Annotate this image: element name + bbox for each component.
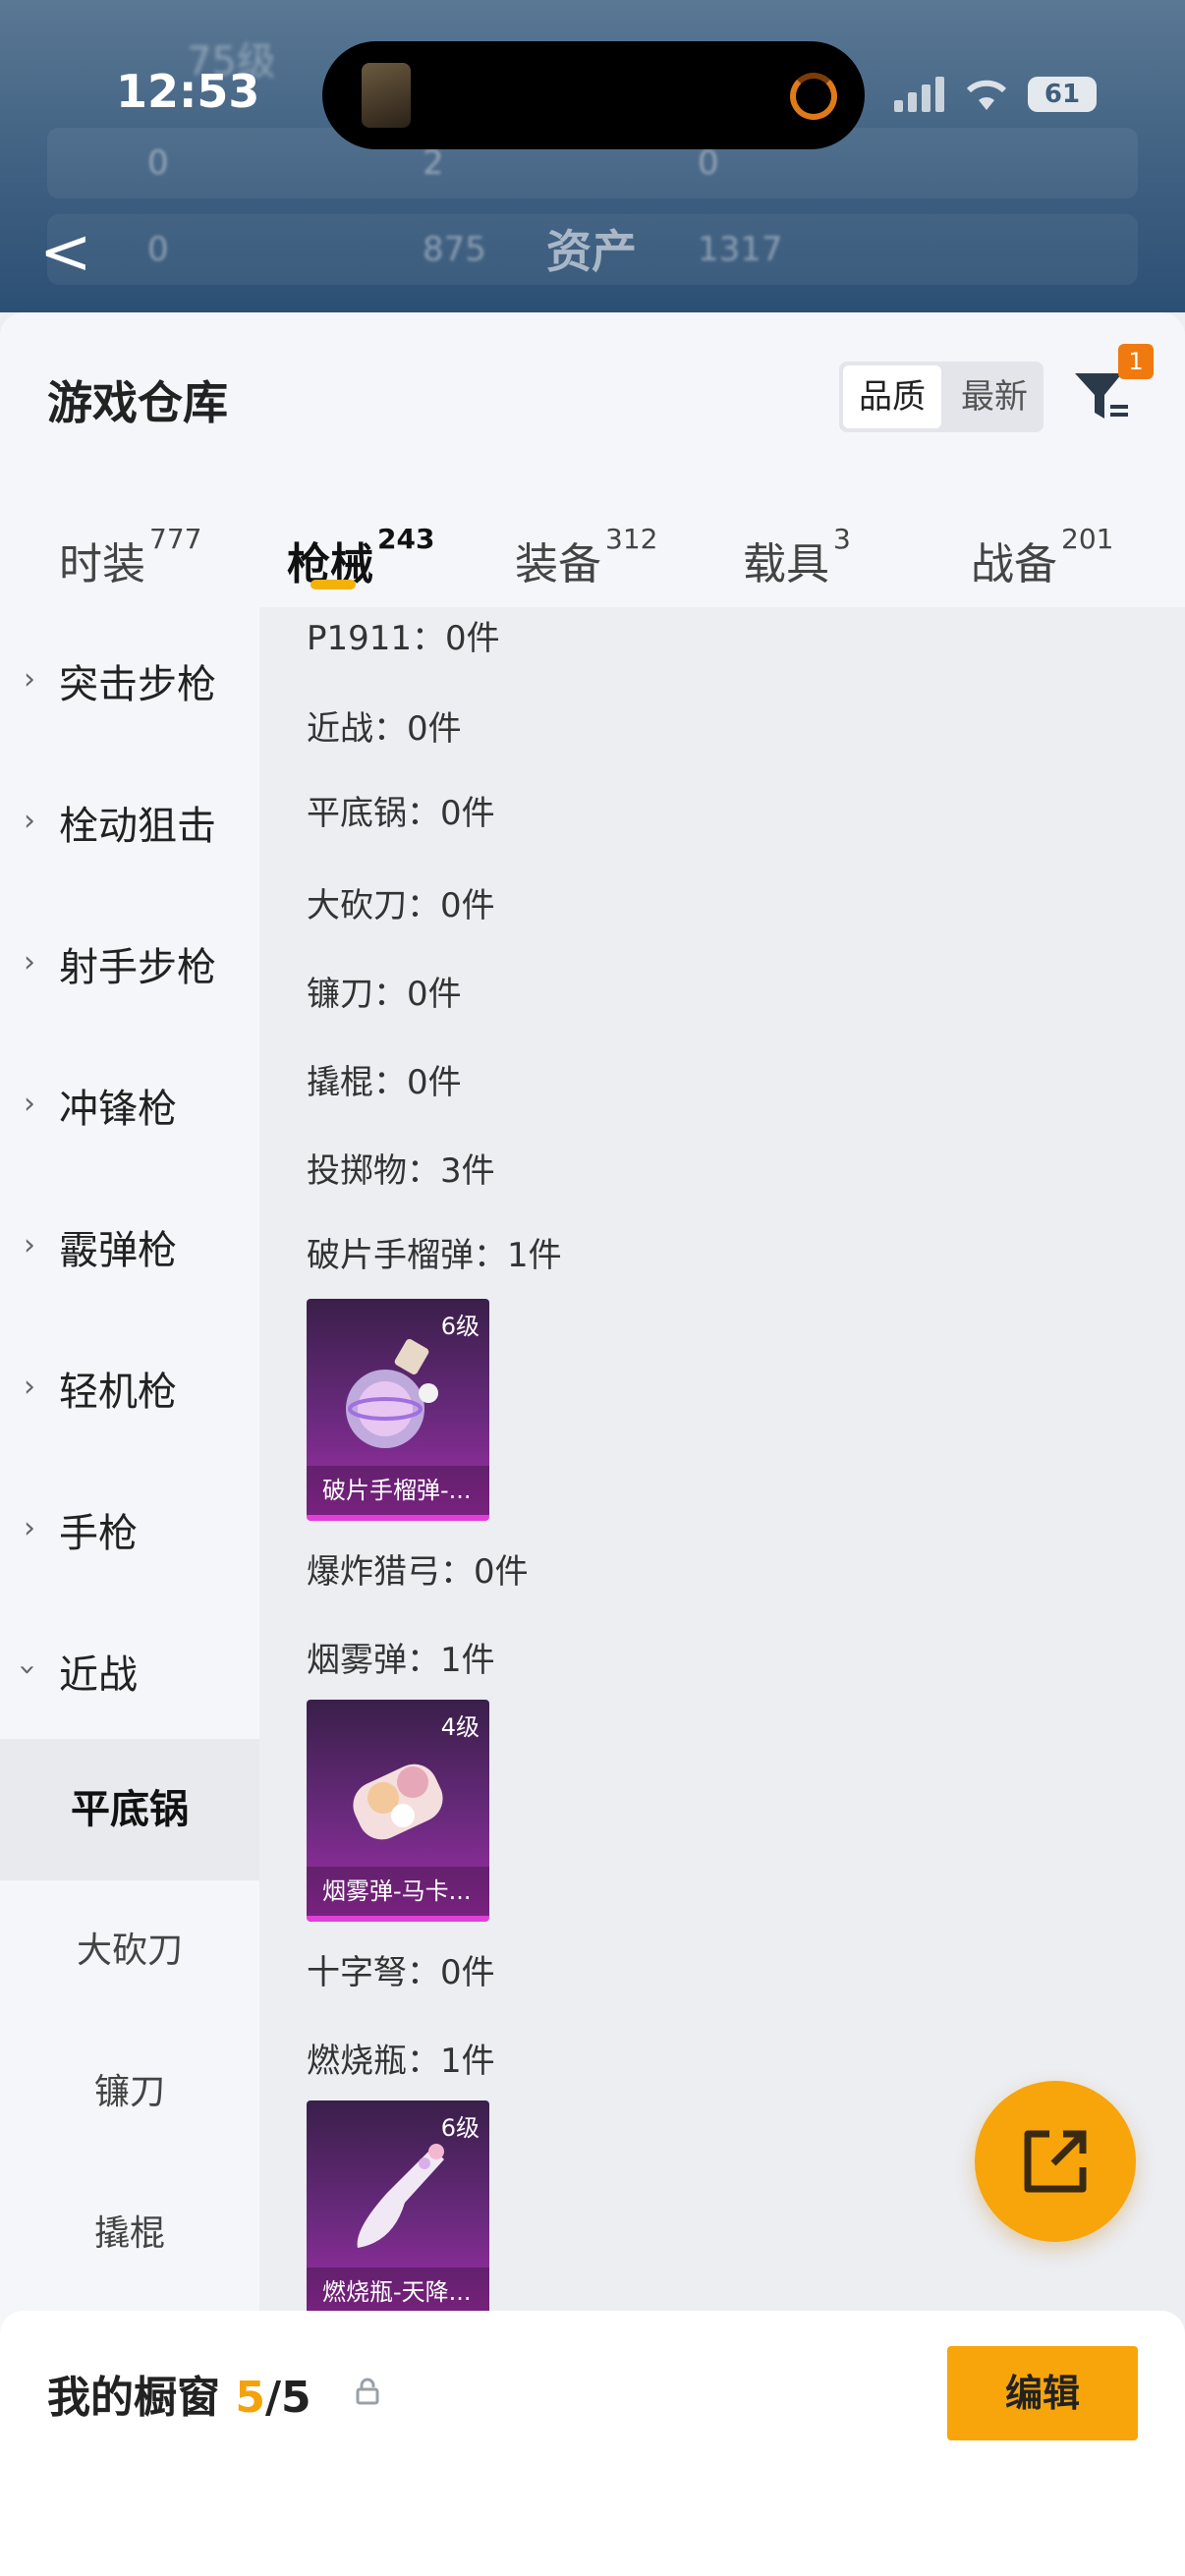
sidebar-item-pistol[interactable]: › 手枪 <box>0 1456 259 1597</box>
sheet-title: 游戏仓库 <box>47 376 228 429</box>
sidebar-subitem-pan[interactable]: 平底锅 <box>0 1739 259 1880</box>
sidebar-item-lmg[interactable]: › 轻机枪 <box>0 1315 259 1456</box>
stat-value: 0 <box>147 230 169 269</box>
chevron-right-icon: › <box>24 804 35 838</box>
dynamic-island <box>322 41 865 149</box>
tab-label: 战备 <box>971 539 1057 589</box>
chevron-right-icon: › <box>24 1087 35 1121</box>
sidebar-item-bolt-sniper[interactable]: › 栓动狙击 <box>0 749 259 890</box>
card-name: 破片手榴弹-... <box>307 1466 489 1515</box>
list-item: 撬棍：0件 <box>307 1063 462 1102</box>
sidebar-item-label: 近战 <box>59 1652 138 1698</box>
sidebar-item-label: 轻机枪 <box>59 1370 177 1415</box>
list-item: 烟雾弹：1件 <box>307 1641 495 1680</box>
list-item: 爆炸猎弓：0件 <box>307 1552 529 1592</box>
edit-button[interactable]: 编辑 <box>947 2346 1138 2440</box>
list-item: P1911：0件 <box>307 619 500 658</box>
stat-value: 875 <box>423 230 486 269</box>
item-card-frag-grenade[interactable]: 6级 破片手榴弹-... <box>307 1299 489 1521</box>
tab-label: 装备 <box>515 539 601 589</box>
sidebar-item-smg[interactable]: › 冲锋枪 <box>0 1032 259 1173</box>
chevron-right-icon: › <box>24 1511 35 1545</box>
sidebar-item-label: 突击步枪 <box>59 662 216 707</box>
tab-label: 时装 <box>59 539 145 589</box>
showcase-label: 我的橱窗 <box>47 2373 220 2423</box>
sidebar-item-label: 射手步枪 <box>59 945 216 990</box>
list-item: 十字弩：0件 <box>307 1953 495 1992</box>
lock-icon <box>356 2378 379 2405</box>
tab-count: 3 <box>833 523 851 555</box>
sort-newest-button[interactable]: 最新 <box>945 362 1044 432</box>
signal-icon <box>894 77 944 112</box>
card-name: 烟雾弹-马卡... <box>307 1867 489 1916</box>
sidebar-item-shotgun[interactable]: › 霰弹枪 <box>0 1173 259 1315</box>
tab-guns[interactable]: 枪械243 <box>287 523 434 591</box>
grenade-flask-icon <box>346 1338 438 1448</box>
share-icon <box>1024 2130 1087 2193</box>
sort-quality-button[interactable]: 品质 <box>843 365 941 428</box>
active-tab-indicator <box>310 580 356 589</box>
sidebar: › 突击步枪 › 栓动狙击 › 射手步枪 › 冲锋枪 › 霰弹枪 › 轻机枪 › 手枪 › 近战… <box>0 607 259 2336</box>
sidebar-item-label: 霰弹枪 <box>59 1228 177 1273</box>
card-name: 燃烧瓶-天降... <box>307 2268 489 2317</box>
battery-indicator: 61 <box>1028 77 1097 112</box>
list-item: 近战：0件 <box>307 709 462 749</box>
chevron-down-icon: › <box>10 1663 45 1676</box>
sidebar-item-label: 手枪 <box>59 1511 138 1556</box>
list-item: 大砍刀：0件 <box>307 886 495 925</box>
media-thumbnail <box>362 63 411 128</box>
progress-ring-icon <box>790 73 837 120</box>
back-button[interactable]: < <box>39 216 92 289</box>
page-title: 资产 <box>546 225 637 278</box>
stat-value: 0 <box>698 143 719 183</box>
item-card-molotov[interactable]: 6级 燃烧瓶-天降... <box>307 2100 489 2323</box>
item-card-smoke-grenade[interactable]: 4级 烟雾弹-马卡... <box>307 1700 489 1922</box>
smoke-grenade-icon <box>353 1764 443 1840</box>
sidebar-item-label: 栓动狙击 <box>59 804 216 849</box>
molotov-bottle-icon <box>357 2144 444 2248</box>
tab-count: 777 <box>149 523 202 555</box>
item-list: P1911：0件 近战：0件 平底锅：0件 大砍刀：0件 镰刀：0件 撬棍：0件… <box>259 607 1185 2336</box>
tab-label: 载具 <box>743 539 829 589</box>
showcase-current: 5 <box>235 2373 265 2423</box>
list-item: 破片手榴弹：1件 <box>307 1236 562 1275</box>
stat-value: 1317 <box>698 230 783 269</box>
sort-toggle: 品质 最新 <box>839 362 1044 432</box>
profile-header: 75级 0 2 0 0 875 1317 12:53 61 < 资产 <box>0 0 1185 312</box>
showcase-bar: 我的橱窗 5/5 编辑 <box>0 2311 1185 2576</box>
sidebar-subitem-crowbar[interactable]: 撬棍 <box>0 2163 259 2305</box>
sidebar-item-assault-rifle[interactable]: › 突击步枪 <box>0 607 259 749</box>
tab-count: 243 <box>377 523 435 555</box>
list-item: 燃烧瓶：1件 <box>307 2042 495 2081</box>
share-button[interactable] <box>975 2081 1136 2242</box>
wifi-icon <box>966 80 1007 110</box>
sidebar-subitem-sickle[interactable]: 镰刀 <box>0 2022 259 2163</box>
chevron-right-icon: › <box>24 945 35 980</box>
tab-fashion[interactable]: 时装777 <box>59 523 201 591</box>
filter-badge: 1 <box>1118 344 1154 379</box>
stat-value: 0 <box>147 143 169 183</box>
chevron-right-icon: › <box>24 1228 35 1262</box>
sidebar-item-melee[interactable]: › 近战 <box>0 1597 259 1739</box>
list-item: 平底锅：0件 <box>307 794 495 833</box>
sidebar-item-label: 冲锋枪 <box>59 1087 177 1132</box>
showcase-total: /5 <box>264 2373 311 2423</box>
category-tabs: 时装777 枪械243 装备312 载具3 战备201 <box>0 489 1185 607</box>
sidebar-subitem-machete[interactable]: 大砍刀 <box>0 1880 259 2022</box>
list-item: 镰刀：0件 <box>307 975 462 1014</box>
list-item: 投掷物：3件 <box>307 1151 495 1191</box>
chevron-right-icon: › <box>24 662 35 697</box>
tab-count: 312 <box>605 523 658 555</box>
tab-count: 201 <box>1061 523 1114 555</box>
sidebar-item-marksman-rifle[interactable]: › 射手步枪 <box>0 890 259 1032</box>
status-time: 12:53 <box>116 65 260 118</box>
tab-supplies[interactable]: 战备201 <box>971 523 1113 591</box>
chevron-right-icon: › <box>24 1370 35 1404</box>
tab-vehicles[interactable]: 载具3 <box>743 523 851 591</box>
showcase-title: 我的橱窗 5/5 <box>47 2362 311 2425</box>
stat-value: 2 <box>423 143 444 183</box>
tab-equipment[interactable]: 装备312 <box>515 523 657 591</box>
